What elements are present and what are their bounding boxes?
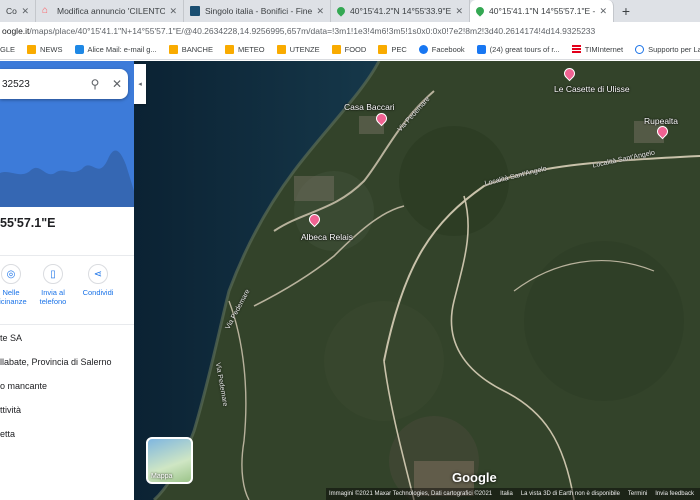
close-icon[interactable]: ✕: [106, 77, 128, 91]
bookmark-label: BANCHE: [181, 45, 213, 54]
search-input[interactable]: 32523: [0, 79, 84, 90]
action-bar: ◎ Nelle vicinanze ▯ Invia al telefono ⋖ …: [0, 255, 134, 325]
close-tab-icon[interactable]: ✕: [21, 6, 29, 17]
search-icon[interactable]: ⚲: [84, 77, 106, 91]
nearby-button[interactable]: ◎ Nelle vicinanze: [0, 264, 31, 306]
close-tab-icon[interactable]: ✕: [316, 6, 324, 17]
bookmarks-bar: GLE NEWS Alice Mail: e-mail g... BANCHE …: [0, 40, 700, 60]
send-to-phone-label: Invia al telefono: [39, 288, 67, 306]
bookmark-label: TIMInternet: [584, 45, 624, 54]
bookmark-google[interactable]: GLE: [0, 45, 15, 54]
bookmark-label: Facebook: [431, 45, 465, 54]
tab-title: 40°15'41.2"N 14°55'33.9"E - Goog: [350, 6, 452, 16]
google-logo: Google: [452, 470, 497, 485]
coordinates-title: 55'57.1"E: [0, 216, 56, 230]
bookmark-facebook[interactable]: Facebook: [418, 45, 465, 54]
bookmark-great-tours[interactable]: (24) great tours of r...: [476, 45, 560, 54]
bookmark-folder-pec[interactable]: PEC: [378, 45, 407, 54]
fineco-icon: [190, 6, 200, 16]
share-icon: ⋖: [88, 264, 108, 284]
address-bar[interactable]: oogle.it/maps/place/40°15'41.1"N+14°55'5…: [0, 22, 700, 40]
tab-title: Come dei: [6, 6, 17, 16]
browser-tab[interactable]: Come dei ✕: [0, 0, 36, 22]
bookmark-tim[interactable]: TIMInternet: [571, 45, 624, 54]
browser-tab-active[interactable]: 40°15'41.1"N 14°55'57.1"E - Googl ✕: [470, 0, 614, 22]
facebook-icon: [418, 45, 428, 54]
satellite-imagery: [134, 61, 700, 500]
attribution-bar: Immagini ©2021 Maxar Technologies, Dati …: [326, 488, 700, 500]
satellite-map[interactable]: Casa Baccari Le Casette di Ulisse Rupeal…: [134, 61, 700, 500]
browser-tab[interactable]: Singolo italia - Bonifici - Fineco ✕: [184, 0, 331, 22]
info-line: te SA: [0, 333, 23, 343]
place-label[interactable]: Casa Baccari: [344, 102, 395, 112]
maps-pin-icon: [474, 5, 486, 17]
bookmark-folder-food[interactable]: FOOD: [331, 45, 367, 54]
browser-tab[interactable]: 40°15'41.2"N 14°55'33.9"E - Goog ✕: [331, 0, 470, 22]
tab-title: 40°15'41.1"N 14°55'57.1"E - Googl: [489, 6, 596, 16]
share-button[interactable]: ⋖ Condividi: [78, 264, 118, 297]
bookmark-label: Supporto per Latitu...: [648, 45, 700, 54]
nearby-icon: ◎: [1, 264, 21, 284]
info-line[interactable]: ttività: [0, 405, 21, 415]
place-label[interactable]: Le Casette di Ulisse: [554, 84, 630, 94]
mail-icon: [74, 45, 84, 54]
bookmark-label: NEWS: [40, 45, 63, 54]
folder-icon: [276, 45, 286, 54]
bookmark-folder-banche[interactable]: BANCHE: [168, 45, 213, 54]
bookmark-label: (24) great tours of r...: [489, 45, 560, 54]
tab-title: Modifica annuncio 'CILENTO PAN: [57, 6, 166, 16]
nearby-label: Nelle vicinanze: [0, 288, 27, 306]
close-tab-icon[interactable]: ✕: [455, 6, 463, 17]
place-label[interactable]: Albeca Relais: [301, 232, 353, 242]
new-tab-button[interactable]: +: [614, 0, 638, 22]
folder-icon: [224, 45, 234, 54]
bookmark-support[interactable]: Supporto per Latitu...: [635, 45, 700, 54]
url-host: oogle.it: [2, 26, 30, 36]
earth-3d-note: La vista 3D di Earth non è disponibile: [520, 491, 620, 497]
folder-icon: [378, 45, 388, 54]
browser-tab[interactable]: ⌂ Modifica annuncio 'CILENTO PAN ✕: [36, 0, 184, 22]
info-line[interactable]: etta: [0, 429, 15, 439]
folder-icon: [27, 45, 37, 54]
tab-strip: Come dei ✕ ⌂ Modifica annuncio 'CILENTO …: [0, 0, 700, 22]
bookmark-label: UTENZE: [289, 45, 320, 54]
tim-icon: [571, 45, 581, 54]
layer-switcher-label: Mappa: [151, 473, 173, 480]
bookmark-label: PEC: [391, 45, 407, 54]
region-link[interactable]: Italia: [500, 491, 513, 497]
phone-icon: ▯: [43, 264, 63, 284]
bookmark-label: GLE: [0, 45, 16, 54]
attribution-text: Immagini ©2021 Maxar Technologies, Dati …: [329, 491, 493, 497]
support-icon: [635, 45, 645, 54]
place-panel: 32523 ⚲ ✕ 55'57.1"E ◎ Nelle vicinanze ▯ …: [0, 61, 134, 500]
facebook-icon: [476, 45, 486, 54]
search-box[interactable]: 32523 ⚲ ✕: [0, 69, 128, 99]
place-label[interactable]: Rupealta: [644, 116, 678, 126]
close-tab-icon[interactable]: ✕: [169, 6, 177, 17]
bookmark-folder-meteo[interactable]: METEO: [224, 45, 265, 54]
collapse-panel-button[interactable]: ◂: [134, 64, 146, 104]
maps-pin-icon: [335, 5, 347, 17]
info-line[interactable]: o mancante: [0, 381, 47, 391]
feedback-link[interactable]: Invia feedback: [655, 491, 694, 497]
url-path: /maps/place/40°15'41.1"N+14°55'57.1"E/@4…: [29, 26, 596, 36]
layer-switcher-button[interactable]: Mappa: [146, 437, 193, 484]
terms-link[interactable]: Termini: [628, 491, 647, 497]
bookmark-folder-news[interactable]: NEWS: [27, 45, 63, 54]
folder-icon: [168, 45, 178, 54]
bookmark-label: Alice Mail: e-mail g...: [87, 45, 157, 54]
airbnb-icon: ⌂: [42, 5, 49, 16]
close-tab-icon[interactable]: ✕: [599, 6, 607, 17]
tab-title: Singolo italia - Bonifici - Fineco: [205, 6, 313, 16]
bookmark-folder-utenze[interactable]: UTENZE: [276, 45, 320, 54]
bookmark-label: METEO: [237, 45, 265, 54]
send-to-phone-button[interactable]: ▯ Invia al telefono: [33, 264, 73, 306]
info-line: llabate, Provincia di Salerno: [0, 357, 112, 367]
folder-icon: [331, 45, 341, 54]
bookmark-label: FOOD: [344, 45, 367, 54]
share-label: Condividi: [82, 288, 114, 297]
bookmark-alice-mail[interactable]: Alice Mail: e-mail g...: [74, 45, 157, 54]
